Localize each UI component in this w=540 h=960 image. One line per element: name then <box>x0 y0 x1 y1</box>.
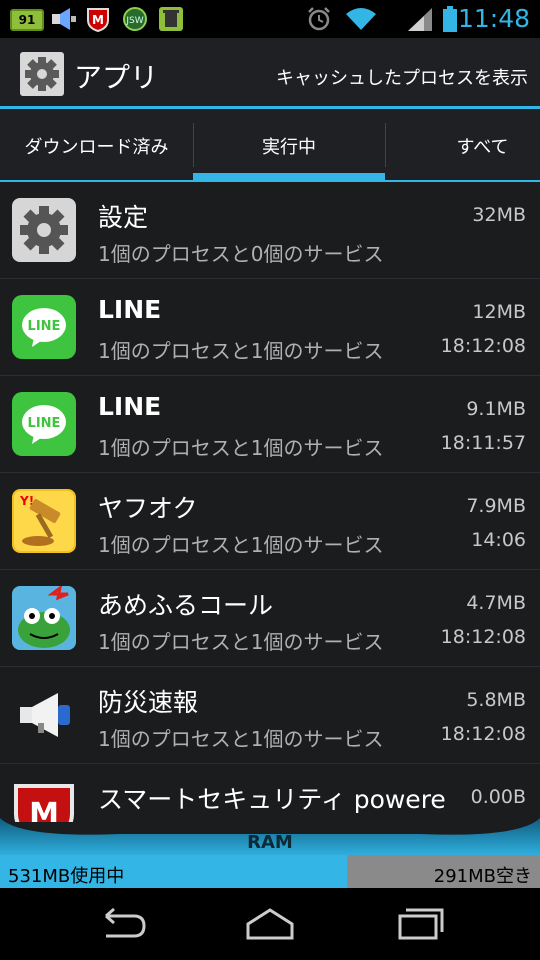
app-name: 防災速報 <box>98 688 199 717</box>
ram-free-text: 291MB空き <box>433 866 532 887</box>
battery-icon <box>443 6 457 32</box>
tab-running[interactable]: 実行中 <box>193 109 385 182</box>
mcafee-icon: M <box>87 8 109 32</box>
app-run-time: 18:12:08 <box>440 626 526 648</box>
app-memory-size: 32MB <box>472 204 526 226</box>
list-item[interactable]: 設定 1個のプロセスと0個のサービス 32MB <box>0 182 540 279</box>
app-name: LINE <box>98 392 162 421</box>
speaker-notification-icon <box>52 8 76 30</box>
navigation-bar <box>0 888 540 960</box>
tab-label: すべて <box>456 136 509 158</box>
list-item[interactable]: LINE LINE 1個のプロセスと1個のサービス 9.1MB 18:11:57 <box>0 376 540 473</box>
app-process-info: 1個のプロセスと1個のサービス <box>98 436 384 460</box>
tab-bar: ダウンロード済み 実行中 すべて <box>0 109 540 182</box>
trash-icon <box>159 7 183 31</box>
app-memory-size: 12MB <box>472 301 526 323</box>
app-memory-size: 9.1MB <box>466 398 526 420</box>
app-memory-size: 4.7MB <box>466 592 526 614</box>
home-icon[interactable] <box>240 906 300 942</box>
line-icon: LINE <box>12 295 76 359</box>
recent-apps-icon[interactable] <box>390 906 450 942</box>
app-process-info: 1個のプロセスと1個のサービス <box>98 727 384 751</box>
running-app-list: 設定 1個のプロセスと0個のサービス 32MB LINE LINE 1個のプロセ… <box>0 182 540 822</box>
app-process-info: 1個のプロセスと1個のサービス <box>98 339 384 363</box>
battery-badge-text: 91 <box>18 13 36 27</box>
action-bar: アプリ キャッシュしたプロセスを表示 <box>0 38 540 108</box>
yahoo-auction-icon: Y! <box>12 489 76 553</box>
status-bar: 91 M JSW 11:48 <box>0 0 540 38</box>
back-icon[interactable] <box>90 906 150 942</box>
show-cached-processes-button[interactable]: キャッシュしたプロセスを表示 <box>276 64 528 90</box>
svg-text:JSW: JSW <box>125 16 143 26</box>
app-name: あめふるコール <box>98 591 274 620</box>
jsw-icon: JSW <box>123 7 147 31</box>
settings-icon <box>12 198 76 262</box>
app-process-info: 1個のプロセスと1個のサービス <box>98 630 384 654</box>
app-process-info: 1個のプロセスと0個のサービス <box>98 242 384 266</box>
svg-text:LINE: LINE <box>28 416 61 431</box>
ram-used-text: 531MB使用中 <box>8 866 125 887</box>
app-process-info: 1個のプロセスと1個のサービス <box>98 533 384 557</box>
ram-label: RAM <box>247 832 293 853</box>
page-title: アプリ <box>74 61 159 94</box>
battery-notification-icon: 91 <box>10 9 44 31</box>
app-run-time: 14:06 <box>471 529 526 551</box>
app-memory-size: 7.9MB <box>466 495 526 517</box>
alarm-icon <box>308 7 330 31</box>
app-memory-size: 0.00B <box>470 786 526 808</box>
tab-label: 実行中 <box>262 136 316 158</box>
list-item[interactable]: Y! ヤフオク 1個のプロセスと1個のサービス 7.9MB 14:06 <box>0 473 540 570</box>
list-item[interactable]: LINE LINE 1個のプロセスと1個のサービス 12MB 18:12:08 <box>0 279 540 376</box>
app-name: LINE <box>98 295 162 324</box>
wifi-icon <box>346 8 376 30</box>
settings-icon[interactable] <box>20 52 64 96</box>
app-run-time: 18:12:08 <box>440 335 526 357</box>
megaphone-icon <box>12 683 76 747</box>
line-icon: LINE <box>12 392 76 456</box>
tab-label: ダウンロード済み <box>24 136 169 158</box>
svg-text:LINE: LINE <box>28 319 61 334</box>
frog-icon <box>12 586 76 650</box>
tab-all[interactable]: すべて <box>385 109 540 182</box>
list-item[interactable]: あめふるコール 1個のプロセスと1個のサービス 4.7MB 18:12:08 <box>0 570 540 667</box>
app-name: ヤフオク <box>98 494 198 523</box>
list-item[interactable]: 防災速報 1個のプロセスと1個のサービス 5.8MB 18:12:08 <box>0 667 540 764</box>
status-time: 11:48 <box>457 4 530 33</box>
tab-downloaded[interactable]: ダウンロード済み <box>0 109 193 182</box>
app-name: 設定 <box>98 203 149 232</box>
app-memory-size: 5.8MB <box>466 689 526 711</box>
svg-text:M: M <box>92 13 104 27</box>
app-run-time: 18:11:57 <box>440 432 526 454</box>
signal-icon <box>408 8 432 31</box>
app-run-time: 18:12:08 <box>440 723 526 745</box>
